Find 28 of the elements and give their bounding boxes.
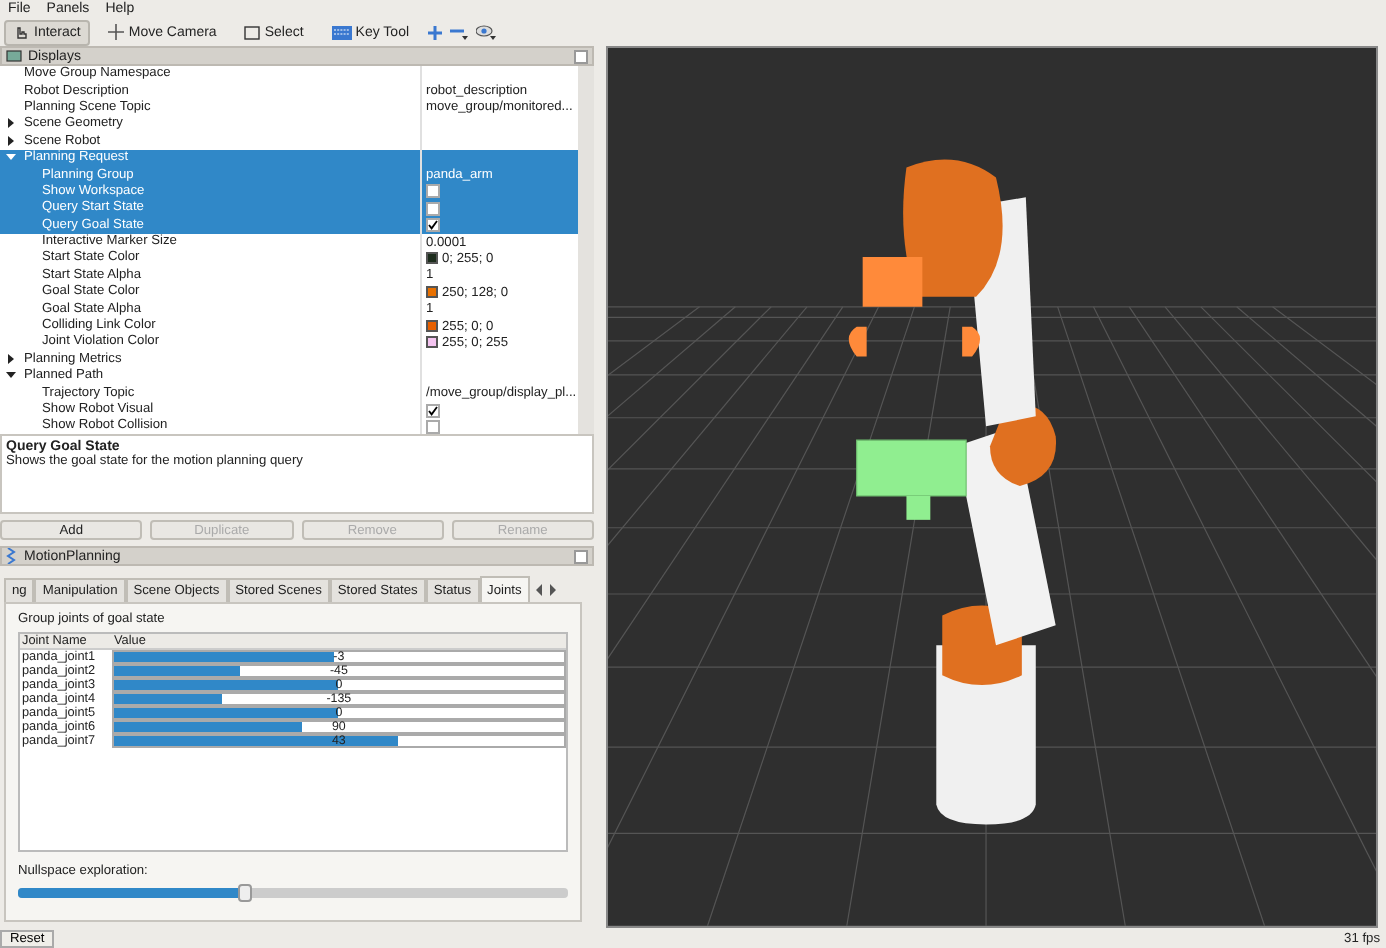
collapsed-arrow-icon[interactable] (6, 353, 16, 364)
selection-rectangle-icon (244, 25, 261, 39)
checkbox[interactable] (426, 419, 440, 434)
check-mark-icon (428, 405, 438, 415)
color-swatch[interactable] (426, 320, 438, 333)
checkbox[interactable] (426, 201, 440, 216)
color-swatch[interactable] (426, 336, 438, 349)
plus-icon[interactable] (427, 25, 442, 39)
collapsed-arrow-icon[interactable] (6, 118, 16, 129)
3d-viewport[interactable] (606, 46, 1378, 928)
slider-handle[interactable] (237, 884, 252, 902)
plugin-icon (6, 548, 18, 564)
minus-icon[interactable] (449, 24, 468, 40)
nullspace-slider[interactable] (18, 888, 568, 898)
color-swatch[interactable] (426, 286, 438, 299)
eye-icon[interactable] (475, 24, 496, 40)
float-button[interactable] (574, 49, 588, 63)
tab-scroll-arrows-icon[interactable] (533, 582, 558, 598)
color-swatch[interactable] (426, 252, 438, 265)
check-mark-icon (428, 220, 438, 231)
checkbox[interactable] (426, 184, 440, 199)
keyboard-icon (331, 25, 352, 39)
collapsed-arrow-icon[interactable] (6, 135, 16, 146)
checkbox[interactable] (426, 218, 440, 233)
monitor-icon (6, 49, 22, 63)
checkbox[interactable] (426, 403, 440, 417)
expanded-arrow-icon[interactable] (6, 370, 16, 381)
float-button[interactable] (574, 549, 588, 563)
